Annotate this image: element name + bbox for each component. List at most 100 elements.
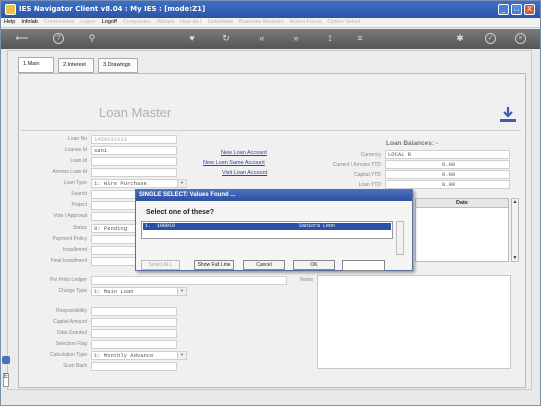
last-record-icon[interactable]: » (289, 32, 303, 44)
scroll-down-icon[interactable]: ▼ (512, 255, 518, 261)
loan-ytd-field: 0.00 (385, 180, 510, 189)
currency-field[interactable]: LOCAL R (385, 150, 510, 159)
minimize-button[interactable]: _ (498, 4, 509, 15)
arrears-loan-id-field[interactable] (91, 168, 177, 177)
favourite-heart-icon[interactable]: ♥ (185, 32, 199, 44)
row-name: Saniora Leon (299, 223, 336, 229)
menu-business-modules[interactable]: Business Modules (236, 18, 287, 26)
menu-logoff[interactable]: Logoff (99, 18, 120, 26)
calculation-type-select[interactable]: 1: Monthly Advance (91, 351, 187, 360)
settings-icon[interactable]: ✱ (453, 32, 467, 44)
dialog-prompt: Select one of these? (146, 209, 215, 216)
final-installment-label: Final Installment (50, 258, 87, 264)
loan-no-label: Loan No (68, 136, 87, 142)
side-document-icon[interactable]: E (3, 373, 9, 387)
window-title: IES Navigator Client v8.04 : My IES : [m… (19, 5, 206, 13)
row-index: 1. (145, 223, 152, 229)
capital-ytd-label: Capital YTD (354, 172, 381, 178)
app-window: IES Navigator Client v8.04 : My IES : [m… (0, 0, 541, 406)
dialog-filter-input[interactable] (342, 260, 385, 271)
cancel-icon[interactable]: × (515, 33, 526, 44)
tab-drawings[interactable]: 3.Drawings (98, 58, 138, 73)
menu-logon[interactable]: Logon (77, 18, 98, 26)
project-label: Project (71, 202, 87, 208)
menu-action-focus[interactable]: Action Focus (287, 18, 325, 26)
loan-type-select[interactable]: 1: Hire Purchase (91, 179, 187, 188)
menu-infolab[interactable]: Infolab (18, 18, 41, 26)
selection-flag-field[interactable] (91, 340, 177, 349)
current-arrears-ytd-field: 0.00 (385, 160, 510, 169)
menu-companies[interactable]: Companies (120, 18, 154, 26)
date-column-header[interactable]: Date (416, 199, 508, 208)
calculation-type-label: Calculation Type (50, 352, 87, 358)
loan-id-label: Loan Id (70, 158, 87, 164)
app-icon (5, 4, 16, 15)
first-record-icon[interactable]: « (255, 32, 269, 44)
pol-pmts-ledger-label: Pol Pmts Ledger (50, 277, 87, 283)
menu-how-do-i[interactable]: How do I (177, 18, 205, 26)
installment-label: Installment (62, 247, 87, 253)
capital-amount-field[interactable] (91, 318, 177, 327)
new-loan-same-account-link[interactable]: New Loan Same Account (203, 160, 265, 166)
maximize-button[interactable]: □ (511, 4, 522, 15)
list-icon[interactable]: ≡ (353, 32, 367, 44)
filter-icon[interactable]: ⟟ (323, 32, 337, 44)
arrears-loan-id-label: Arrears Loan Id (52, 169, 87, 175)
loan-no-field[interactable]: 1459631521 (91, 135, 177, 144)
menu-option-select[interactable]: Option Select (324, 18, 363, 26)
title-bar: IES Navigator Client v8.04 : My IES : [m… (1, 1, 540, 18)
ok-button[interactable]: OK (293, 260, 335, 270)
notes-textarea[interactable] (317, 275, 511, 369)
date-granted-label: Date Granted (56, 330, 87, 336)
cancel-button[interactable]: Cancel (243, 260, 285, 270)
table-scrollbar[interactable]: ▲ ▼ (511, 198, 519, 262)
single-select-dialog: SINGLE SELECT: Values Found ... Select o… (135, 189, 413, 271)
save-download-icon[interactable] (497, 104, 519, 126)
charge-type-select[interactable]: 1: Main Loan (91, 287, 187, 296)
back-arrow-icon[interactable]: ⟵ (11, 32, 33, 44)
loanee-id-field[interactable]: sani (91, 146, 177, 155)
capital-amount-label: Capital Amount (53, 319, 87, 325)
confirm-icon[interactable]: ✓ (485, 33, 496, 44)
menu-help[interactable]: Help (1, 18, 18, 26)
loan-type-label: Loan Type (63, 180, 87, 186)
list-item[interactable]: 1. 100019 Saniora Leon (143, 223, 391, 230)
dialog-scrollbar[interactable] (396, 221, 404, 255)
date-granted-field[interactable] (91, 329, 177, 338)
responsibility-field[interactable] (91, 307, 177, 316)
search-label: Search (71, 191, 87, 197)
capital-ytd-field: 0.00 (385, 170, 510, 179)
close-button[interactable]: X (524, 4, 535, 15)
loan-balances-heading: Loan Balances: - (386, 140, 439, 147)
visit-loan-account-link[interactable]: Visit Loan Account (222, 170, 267, 176)
current-arrears-ytd-label: Current / Arrears YTD (332, 162, 381, 168)
selection-flag-label: Selection Flag (55, 341, 87, 347)
notes-label: Notes (299, 277, 313, 283)
transactions-table[interactable]: Date (415, 198, 509, 262)
scan-back-field[interactable] (91, 362, 177, 371)
menu-bar: Help Infolab Connections Logon Logoff Compani… (1, 18, 540, 28)
currency-label: Currency (360, 152, 381, 158)
dialog-title: SINGLE SELECT: Values Found ... (136, 190, 412, 201)
select-all-button[interactable]: Select ALL (141, 260, 180, 270)
loan-id-field[interactable] (91, 157, 177, 166)
help-icon[interactable]: ? (53, 33, 64, 44)
status-label: Status (72, 225, 87, 231)
tab-interest[interactable]: 2.Interest (58, 58, 94, 73)
tab-main[interactable]: 1.Main (18, 57, 54, 73)
new-loan-account-link[interactable]: New Loan Account (221, 150, 267, 156)
search-icon[interactable]: ⚲ (85, 32, 99, 44)
menu-datamarts[interactable]: DataMarts (205, 18, 236, 26)
show-full-line-button[interactable]: Show Full Line (194, 260, 234, 270)
menu-wizard[interactable]: Wizard (154, 18, 177, 26)
scroll-up-icon[interactable]: ▲ (512, 199, 518, 205)
charge-type-label: Charge Type (58, 288, 87, 294)
refresh-icon[interactable]: ↻ (219, 32, 233, 44)
loanee-id-label: Loanee Id (64, 147, 87, 153)
menu-connections[interactable]: Connections (41, 18, 78, 26)
scan-back-label: Scan Back (63, 363, 87, 369)
values-list[interactable]: 1. 100019 Saniora Leon (141, 221, 393, 239)
side-panel-icon[interactable] (2, 356, 10, 364)
vote-approval-label: Vote / Approval (53, 213, 87, 219)
loan-ytd-label: Loan YTD (358, 182, 381, 188)
